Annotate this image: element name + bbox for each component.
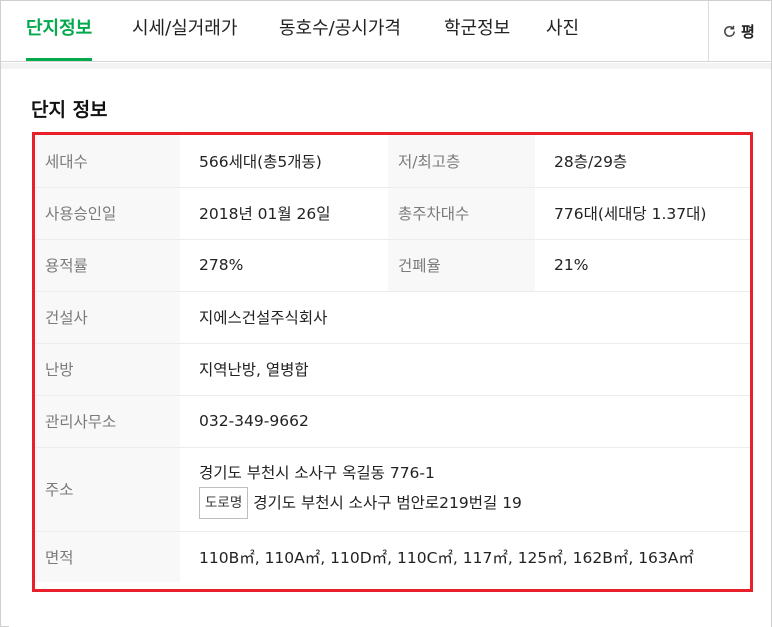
unit-toggle-button[interactable]: 평 bbox=[708, 1, 771, 61]
app-frame: 단지정보 시세/실거래가 동호수/공시가격 학군정보 사진 평 단지 정보 세대… bbox=[0, 0, 772, 627]
refresh-icon bbox=[724, 25, 735, 37]
tab-price-transactions[interactable]: 시세/실거래가 bbox=[132, 1, 237, 61]
highlight-box bbox=[32, 132, 753, 592]
tab-school-info[interactable]: 학군정보 bbox=[444, 1, 510, 61]
tab-bar: 단지정보 시세/실거래가 동호수/공시가격 학군정보 사진 평 bbox=[1, 1, 771, 62]
tab-photos[interactable]: 사진 bbox=[546, 1, 579, 61]
tab-complex-info[interactable]: 단지정보 bbox=[26, 1, 93, 61]
unit-toggle-label: 평 bbox=[741, 22, 755, 41]
tab-unit-public-price[interactable]: 동호수/공시가격 bbox=[279, 1, 401, 61]
section-title: 단지 정보 bbox=[31, 99, 108, 121]
complex-info-panel: 단지 정보 세대수 566세대(총5개동) 저/최고층 28층/29층 사용승인… bbox=[9, 69, 771, 627]
